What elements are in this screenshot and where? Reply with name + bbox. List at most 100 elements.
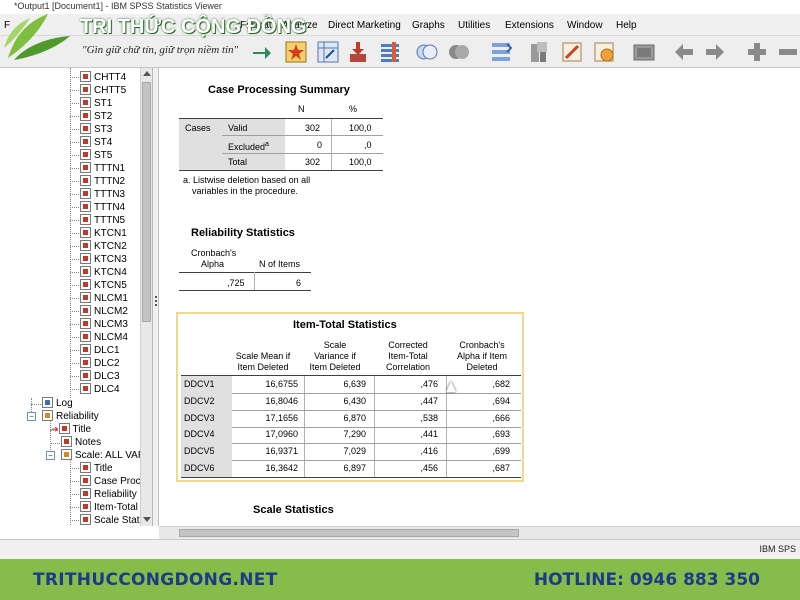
tree-item-scale-child[interactable]: Title — [80, 462, 113, 475]
weight-cases-icon[interactable] — [489, 40, 513, 64]
table-icon — [80, 462, 91, 473]
table-icon — [80, 383, 91, 394]
item-label: DDCV6 — [184, 463, 215, 473]
add-icon[interactable] — [745, 40, 769, 64]
tree-item-log[interactable]: Log — [42, 397, 73, 410]
tree-item-variable[interactable]: KTCN4 — [80, 266, 127, 279]
goto-case-icon[interactable] — [284, 40, 308, 64]
use-sets-icon[interactable] — [592, 40, 616, 64]
forward-icon[interactable] — [703, 40, 727, 64]
collapse-toggle-icon[interactable]: − — [27, 412, 36, 421]
table-icon — [80, 71, 91, 82]
watermark-logo: TRI THỨC CỘNG ĐỒNG "Gìn giữ chữ tín, giữ… — [0, 8, 307, 64]
arrow-marker-icon: ➔ — [51, 424, 59, 434]
scroll-down-icon[interactable] — [143, 517, 151, 522]
col-header-correlation: Corrected Item-Total Correlation — [385, 340, 431, 372]
col-header-alpha-1: Cronbach's — [191, 248, 237, 258]
menu-window[interactable]: Window — [567, 20, 603, 31]
item-label: DDCV3 — [184, 412, 215, 423]
import-icon[interactable] — [346, 40, 370, 64]
show-all-icon[interactable] — [632, 40, 656, 64]
split-file-icon[interactable] — [528, 40, 552, 64]
item-total-corr-cell: ,447 — [420, 395, 438, 406]
tree-item-variable[interactable]: TTTN1 — [80, 162, 125, 175]
table-icon — [80, 110, 91, 121]
table-icon — [80, 227, 91, 238]
tree-item-variable[interactable]: TTTN4 — [80, 201, 125, 214]
scroll-up-icon[interactable] — [143, 71, 151, 76]
tree-item-variable[interactable]: KTCN5 — [80, 279, 127, 292]
tree-item-variable[interactable]: DLC2 — [80, 357, 120, 370]
scale-variance-cell: 7,290 — [343, 429, 366, 440]
goto-variable-icon[interactable] — [316, 40, 340, 64]
col-header-mean: Scale Mean if Item Deleted — [235, 351, 291, 372]
tree-item-variable[interactable]: NLCM3 — [80, 318, 128, 331]
tree-item-variable[interactable]: ST5 — [80, 149, 112, 162]
tree-item-variable[interactable]: TTTN3 — [80, 188, 125, 201]
item-total-table[interactable]: Item-Total Statistics Scale Mean if Item … — [176, 312, 524, 482]
tree-item-variable[interactable]: ST2 — [80, 110, 112, 123]
tree-item-title[interactable]: ➔ Title — [51, 423, 91, 436]
valid-pct: 100,0 — [349, 123, 372, 133]
content-hscrollbar[interactable] — [159, 526, 800, 539]
tree-item-variable[interactable]: ST1 — [80, 97, 112, 110]
tree-item-notes[interactable]: Notes — [61, 436, 101, 449]
total-label: Total — [228, 157, 248, 167]
menu-graphs[interactable]: Graphs — [412, 20, 445, 31]
scale-variance-cell: 6,430 — [343, 395, 366, 406]
tree-item-variable[interactable]: ST4 — [80, 136, 112, 149]
tree-item-scale-child[interactable]: Scale Stati — [80, 514, 142, 526]
tree-item-scale-child[interactable]: Reliability S — [80, 488, 146, 501]
table-icon — [80, 214, 91, 225]
menu-utilities[interactable]: Utilities — [458, 20, 490, 31]
menu-help[interactable]: Help — [616, 20, 637, 31]
hscroll-thumb[interactable] — [179, 529, 519, 537]
tree-item-variable[interactable]: CHTT5 — [80, 84, 126, 97]
tree-item-variable[interactable]: NLCM4 — [80, 331, 128, 344]
tree-item-variable[interactable]: KTCN3 — [80, 253, 127, 266]
scale-mean-cell: 16,3642 — [265, 463, 298, 473]
menu-direct-marketing[interactable]: Direct Marketing — [328, 20, 401, 31]
mouse-cursor-icon — [446, 381, 456, 392]
tree-scroll-thumb[interactable] — [142, 82, 151, 322]
back-icon[interactable] — [672, 40, 696, 64]
tree-scrollbar[interactable] — [140, 68, 152, 526]
scale-stats-title: Scale Statistics — [253, 504, 334, 516]
log-icon — [42, 397, 53, 408]
alpha-if-deleted-cell: ,666 — [492, 412, 510, 423]
status-bar: IBM SPS — [0, 539, 800, 559]
tree-item-variable[interactable]: TTTN2 — [80, 175, 125, 188]
collapse-icon[interactable] — [776, 40, 800, 64]
collapse-toggle-icon[interactable]: − — [46, 451, 55, 460]
item-label: DDCV4 — [184, 429, 215, 440]
tree-item-variable[interactable]: KTCN2 — [80, 240, 127, 253]
menu-extensions[interactable]: Extensions — [505, 20, 554, 31]
item-label: DDCV2 — [184, 395, 215, 406]
tree-item-variable[interactable]: TTTN5 — [80, 214, 125, 227]
table-icon — [80, 344, 91, 355]
tree-item-variable[interactable]: DLC4 — [80, 383, 120, 396]
tree-item-variable[interactable]: KTCN1 — [80, 227, 127, 240]
scale-variance-cell: 7,029 — [343, 446, 366, 457]
valid-label: Valid — [228, 123, 248, 133]
tree-item-variable[interactable]: DLC1 — [80, 344, 120, 357]
tree-item-scale[interactable]: Scale: ALL VAR — [61, 449, 145, 462]
variables-icon[interactable] — [378, 40, 402, 64]
scale-variance-cell: 6,870 — [343, 412, 366, 423]
excluded-pct: ,0 — [364, 140, 372, 150]
alpha-if-deleted-cell: ,687 — [492, 463, 510, 473]
tree-item-variable[interactable]: NLCM2 — [80, 305, 128, 318]
tree-item-variable[interactable]: NLCM1 — [80, 292, 128, 305]
excluded-n: 0 — [317, 140, 323, 150]
tree-item-variable[interactable]: ST3 — [80, 123, 112, 136]
tree-item-variable[interactable]: DLC3 — [80, 370, 120, 383]
value-labels-icon[interactable] — [560, 40, 584, 64]
tree-item-variable[interactable]: CHTT4 — [80, 71, 126, 84]
tree-item-scale-child[interactable]: Item-Total — [80, 501, 138, 514]
table-icon — [80, 514, 91, 525]
valid-n: 302 — [305, 123, 321, 133]
tree-item-scale-child[interactable]: Case Proc — [80, 475, 141, 488]
select-cases-icon[interactable] — [447, 40, 471, 64]
designate-window-icon[interactable] — [415, 40, 439, 64]
book-icon — [42, 410, 53, 421]
